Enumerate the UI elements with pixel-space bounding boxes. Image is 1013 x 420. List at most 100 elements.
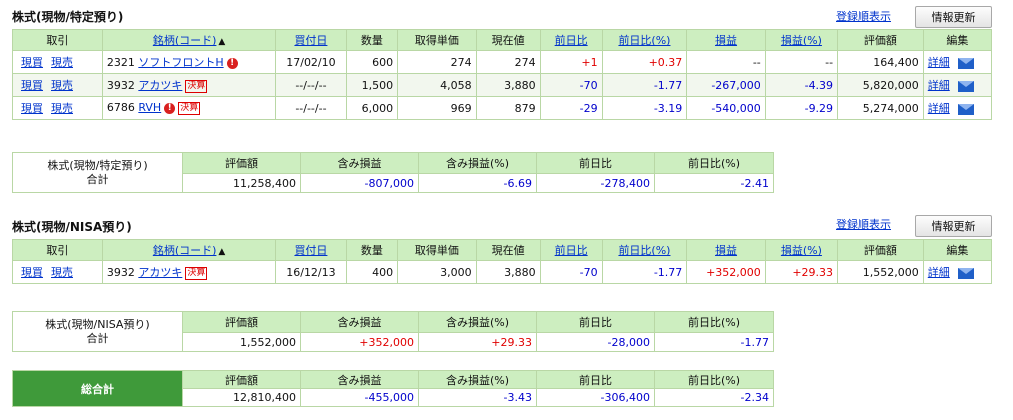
summary-label: 株式(現物/NISA預り) 合計	[12, 311, 183, 352]
sort-name-link[interactable]: 銘柄(コード)	[153, 244, 217, 257]
sell-link[interactable]: 現売	[51, 266, 73, 279]
earnings-badge[interactable]: 決算	[185, 79, 208, 93]
grand-total-label: 総合計	[12, 370, 183, 407]
detail-link[interactable]: 詳細	[928, 56, 950, 69]
day-change-pct: +0.37	[601, 50, 688, 74]
holdings-table-specific: 取引 銘柄(コード) ▲ 買付日 数量 取得単価 現在値 前日比 前日比(%) 損…	[12, 29, 993, 120]
day-change: -70	[539, 260, 603, 284]
mail-icon[interactable]	[957, 267, 974, 279]
profit-loss: -267,000	[686, 73, 766, 97]
total-pl: -455,000	[300, 388, 419, 407]
table-row: 現買 現売 3932 アカツキ 決算 --/--/-- 1,500 4,058 3,…	[12, 73, 993, 97]
stock-cell: 2321 ソフトフロントH!	[101, 50, 277, 74]
alert-icon[interactable]: !	[226, 57, 238, 69]
sort-name-link[interactable]: 銘柄(コード)	[153, 34, 217, 47]
current-price: 3,880	[475, 73, 541, 97]
detail-link[interactable]: 詳細	[928, 79, 950, 92]
stock-name-link[interactable]: アカツキ	[138, 266, 182, 279]
buy-link[interactable]: 現買	[21, 79, 43, 92]
day-change-pct: -3.19	[601, 96, 688, 120]
summary-pl: -807,000	[300, 173, 419, 193]
col-header-value: 評価額	[837, 239, 924, 261]
earnings-badge[interactable]: 決算	[178, 101, 201, 115]
trade-cell: 現買 現売	[12, 73, 103, 97]
market-value: 1,552,000	[837, 260, 924, 284]
summary-label: 株式(現物/特定預り) 合計	[12, 152, 183, 193]
quantity: 600	[345, 50, 399, 74]
sort-registration-order-link[interactable]: 登録順表示	[836, 8, 891, 24]
col-header-name[interactable]: 銘柄(コード) ▲	[101, 239, 277, 261]
refresh-button-nisa[interactable]: 情報更新	[915, 215, 992, 237]
sell-link[interactable]: 現売	[51, 102, 73, 115]
sort-day-link[interactable]: 前日比	[555, 34, 588, 47]
detail-link[interactable]: 詳細	[928, 266, 950, 279]
mail-icon[interactable]	[957, 103, 974, 115]
summary-value: 11,258,400	[182, 173, 301, 193]
table-header-row: 取引 銘柄(コード) ▲ 買付日 数量 取得単価 現在値 前日比 前日比(%) 損…	[12, 239, 993, 261]
col-header-day[interactable]: 前日比	[539, 239, 603, 261]
sort-pl-link[interactable]: 損益	[715, 244, 737, 257]
sort-date-link[interactable]: 買付日	[294, 34, 327, 47]
stock-code: 3932	[106, 266, 135, 279]
summary-label-bottom: 合計	[86, 172, 109, 186]
mail-icon[interactable]	[957, 80, 974, 92]
earnings-badge[interactable]: 決算	[185, 266, 208, 280]
col-header-pl[interactable]: 損益	[686, 239, 766, 261]
total-header-day-pct: 前日比(%)	[654, 370, 774, 389]
summary-header-value: 評価額	[182, 152, 301, 174]
summary-header-pl-pct: 含み損益(%)	[418, 152, 537, 174]
buy-link[interactable]: 現買	[21, 102, 43, 115]
summary-header-day: 前日比	[536, 311, 655, 333]
summary-pl-pct: -6.69	[418, 173, 537, 193]
edit-cell: 詳細	[922, 96, 993, 120]
quantity: 1,500	[345, 73, 399, 97]
current-price: 274	[475, 50, 541, 74]
sort-day-pct-link[interactable]: 前日比(%)	[618, 244, 670, 257]
col-header-qty: 数量	[345, 29, 399, 51]
buy-link[interactable]: 現買	[21, 266, 43, 279]
buy-link[interactable]: 現買	[21, 56, 43, 69]
col-header-name[interactable]: 銘柄(コード) ▲	[101, 29, 277, 51]
sort-pl-pct-link[interactable]: 損益(%)	[781, 34, 822, 47]
refresh-button[interactable]: 情報更新	[915, 6, 992, 28]
col-header-pl-pct[interactable]: 損益(%)	[764, 239, 839, 261]
sort-day-pct-link[interactable]: 前日比(%)	[618, 34, 670, 47]
sell-link[interactable]: 現売	[51, 56, 73, 69]
col-header-edit: 編集	[922, 239, 993, 261]
sort-pl-link[interactable]: 損益	[715, 34, 737, 47]
col-header-day[interactable]: 前日比	[539, 29, 603, 51]
col-header-pl[interactable]: 損益	[686, 29, 766, 51]
stock-name-link[interactable]: RVH	[138, 101, 161, 114]
sort-registration-order-link-nisa[interactable]: 登録順表示	[836, 216, 891, 232]
mail-icon[interactable]	[957, 57, 974, 69]
sell-link[interactable]: 現売	[51, 79, 73, 92]
summary-label-top: 株式(現物/特定預り)	[47, 158, 148, 172]
col-header-pl-pct[interactable]: 損益(%)	[764, 29, 839, 51]
stock-name-link[interactable]: アカツキ	[138, 79, 182, 92]
summary-day: -28,000	[536, 332, 655, 352]
col-header-day-pct[interactable]: 前日比(%)	[601, 29, 688, 51]
col-header-day-pct[interactable]: 前日比(%)	[601, 239, 688, 261]
col-header-date[interactable]: 買付日	[275, 239, 347, 261]
col-header-cost: 取得単価	[397, 239, 477, 261]
stock-name-link[interactable]: ソフトフロントH	[138, 56, 223, 69]
total-header-value: 評価額	[182, 370, 301, 389]
col-header-qty: 数量	[345, 239, 399, 261]
profit-loss-pct: -9.29	[764, 96, 839, 120]
sort-date-link[interactable]: 買付日	[294, 244, 327, 257]
sort-pl-pct-link[interactable]: 損益(%)	[781, 244, 822, 257]
summary-header-day-pct: 前日比(%)	[654, 311, 774, 333]
total-day: -306,400	[536, 388, 655, 407]
col-header-price: 現在値	[475, 239, 541, 261]
profit-loss: --	[686, 50, 766, 74]
profit-loss: -540,000	[686, 96, 766, 120]
col-header-date[interactable]: 買付日	[275, 29, 347, 51]
sort-day-link[interactable]: 前日比	[555, 244, 588, 257]
table-row: 現買 現売 2321 ソフトフロントH! 17/02/10 600 274 274…	[12, 50, 993, 74]
cost-price: 3,000	[397, 260, 477, 284]
alert-icon[interactable]: !	[164, 102, 176, 114]
summary-header-day: 前日比	[536, 152, 655, 174]
total-day-pct: -2.34	[654, 388, 774, 407]
detail-link[interactable]: 詳細	[928, 102, 950, 115]
profit-loss-pct: -4.39	[764, 73, 839, 97]
